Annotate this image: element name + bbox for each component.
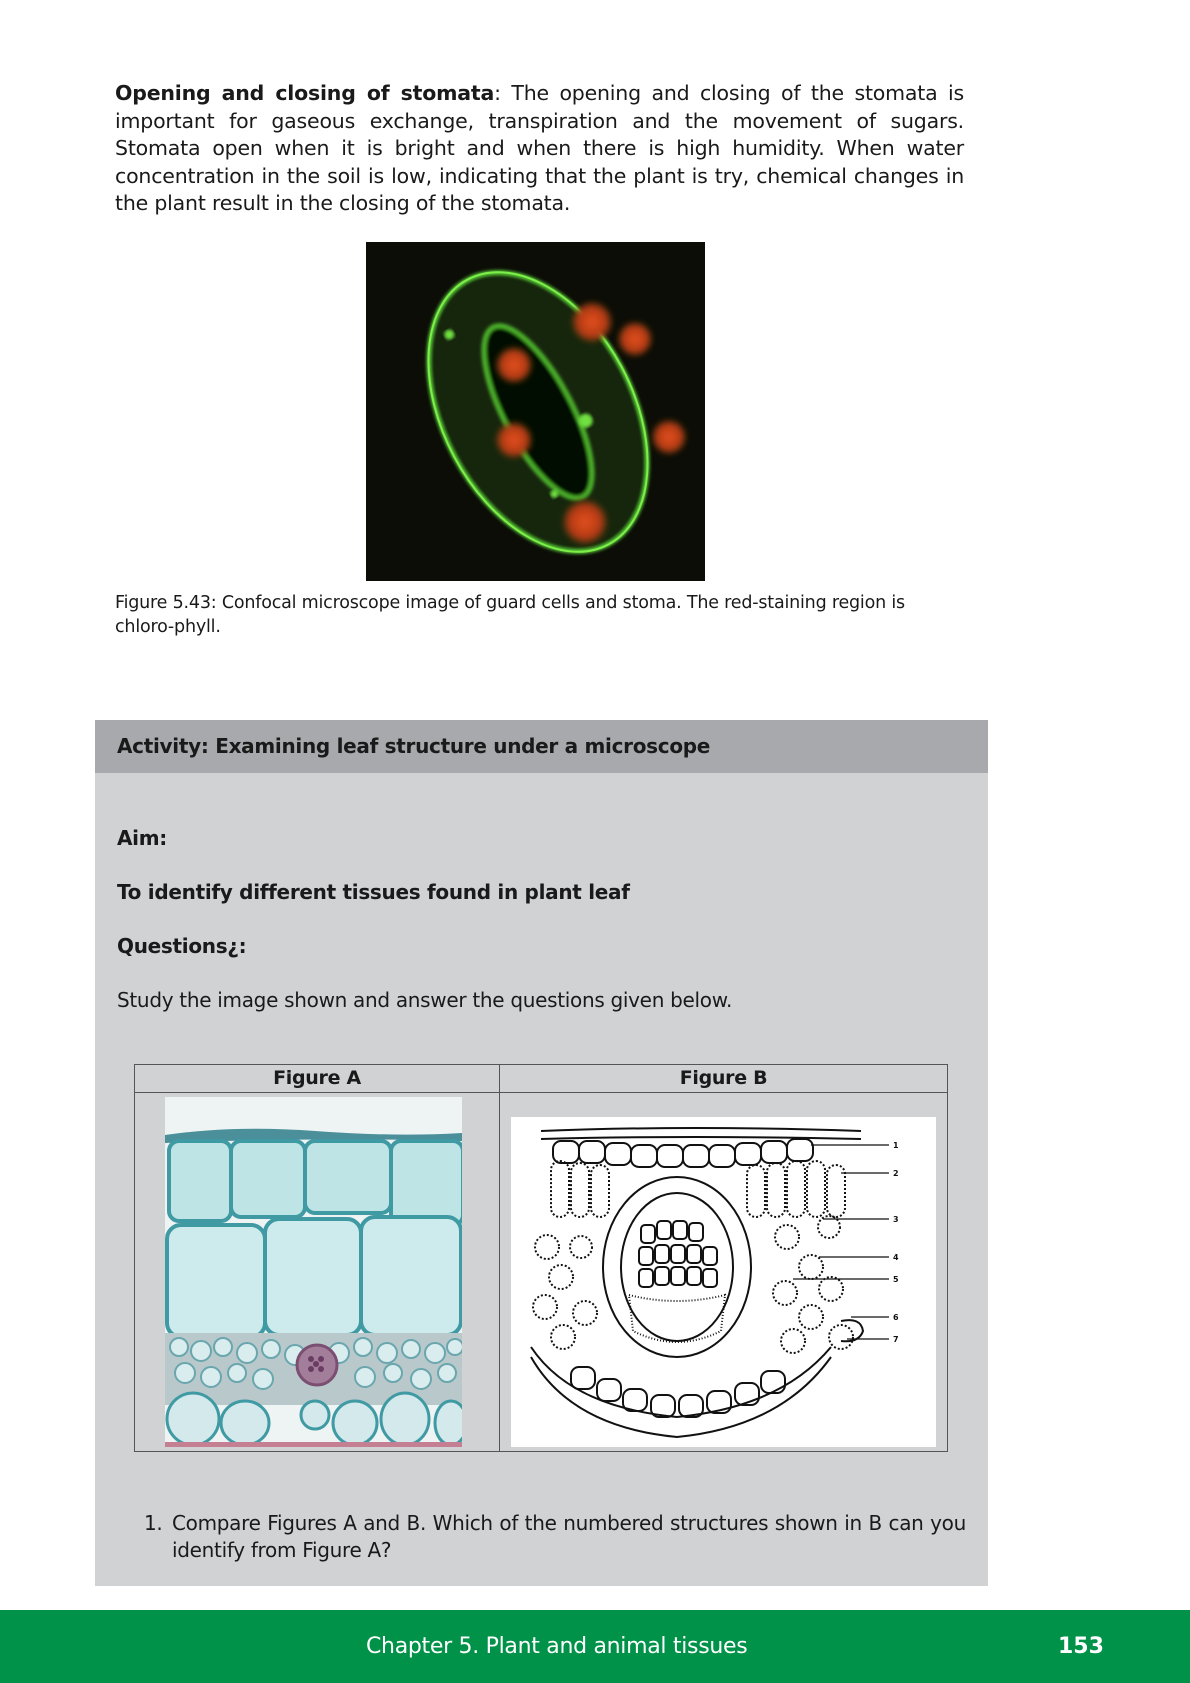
aim-label: Aim: — [117, 826, 167, 850]
instruction-text: Study the image shown and answer the que… — [117, 988, 732, 1012]
diagram-label: 7 — [893, 1335, 899, 1344]
activity-title: Activity: Examining leaf structure under… — [117, 734, 711, 758]
figure-b-label: Figure B — [500, 1065, 947, 1093]
figure-caption: Figure 5.43: Confocal microscope image o… — [115, 593, 905, 637]
guard-cell-micrograph — [366, 242, 705, 581]
question-text: Compare Figures A and B. Which of the nu… — [172, 1511, 966, 1562]
diagram-label: 3 — [893, 1215, 899, 1224]
figure-a-micrograph — [165, 1097, 462, 1447]
questions-label: Questions¿: — [117, 934, 247, 958]
page-number: 153 — [1058, 1634, 1104, 1659]
diagram-label: 2 — [893, 1169, 899, 1178]
activity-box: Activity: Examining leaf structure under… — [95, 720, 988, 1586]
intro-paragraph: Opening and closing of stomata: The open… — [115, 80, 964, 218]
chapter-title: Chapter 5. Plant and animal tissues — [366, 1634, 748, 1659]
diagram-label: 4 — [893, 1253, 899, 1262]
figure-b-diagram: 1 2 3 4 5 6 7 — [511, 1117, 936, 1447]
figure-table: Figure A Figure B 1 2 3 4 5 6 7 — [134, 1064, 948, 1452]
diagram-label: 6 — [893, 1313, 899, 1322]
activity-header: Activity: Examining leaf structure under… — [95, 720, 988, 773]
intro-heading: Opening and closing of stomata — [115, 81, 495, 105]
diagram-label: 5 — [893, 1275, 899, 1284]
figure-a-label: Figure A — [135, 1065, 499, 1093]
table-divider — [499, 1065, 500, 1451]
intro-separator: : — [494, 81, 501, 105]
page-footer: Chapter 5. Plant and animal tissues 153 — [0, 1610, 1190, 1683]
aim-text: To identify different tissues found in p… — [117, 880, 630, 904]
diagram-label: 1 — [893, 1141, 899, 1150]
question-number: 1. — [144, 1511, 163, 1535]
